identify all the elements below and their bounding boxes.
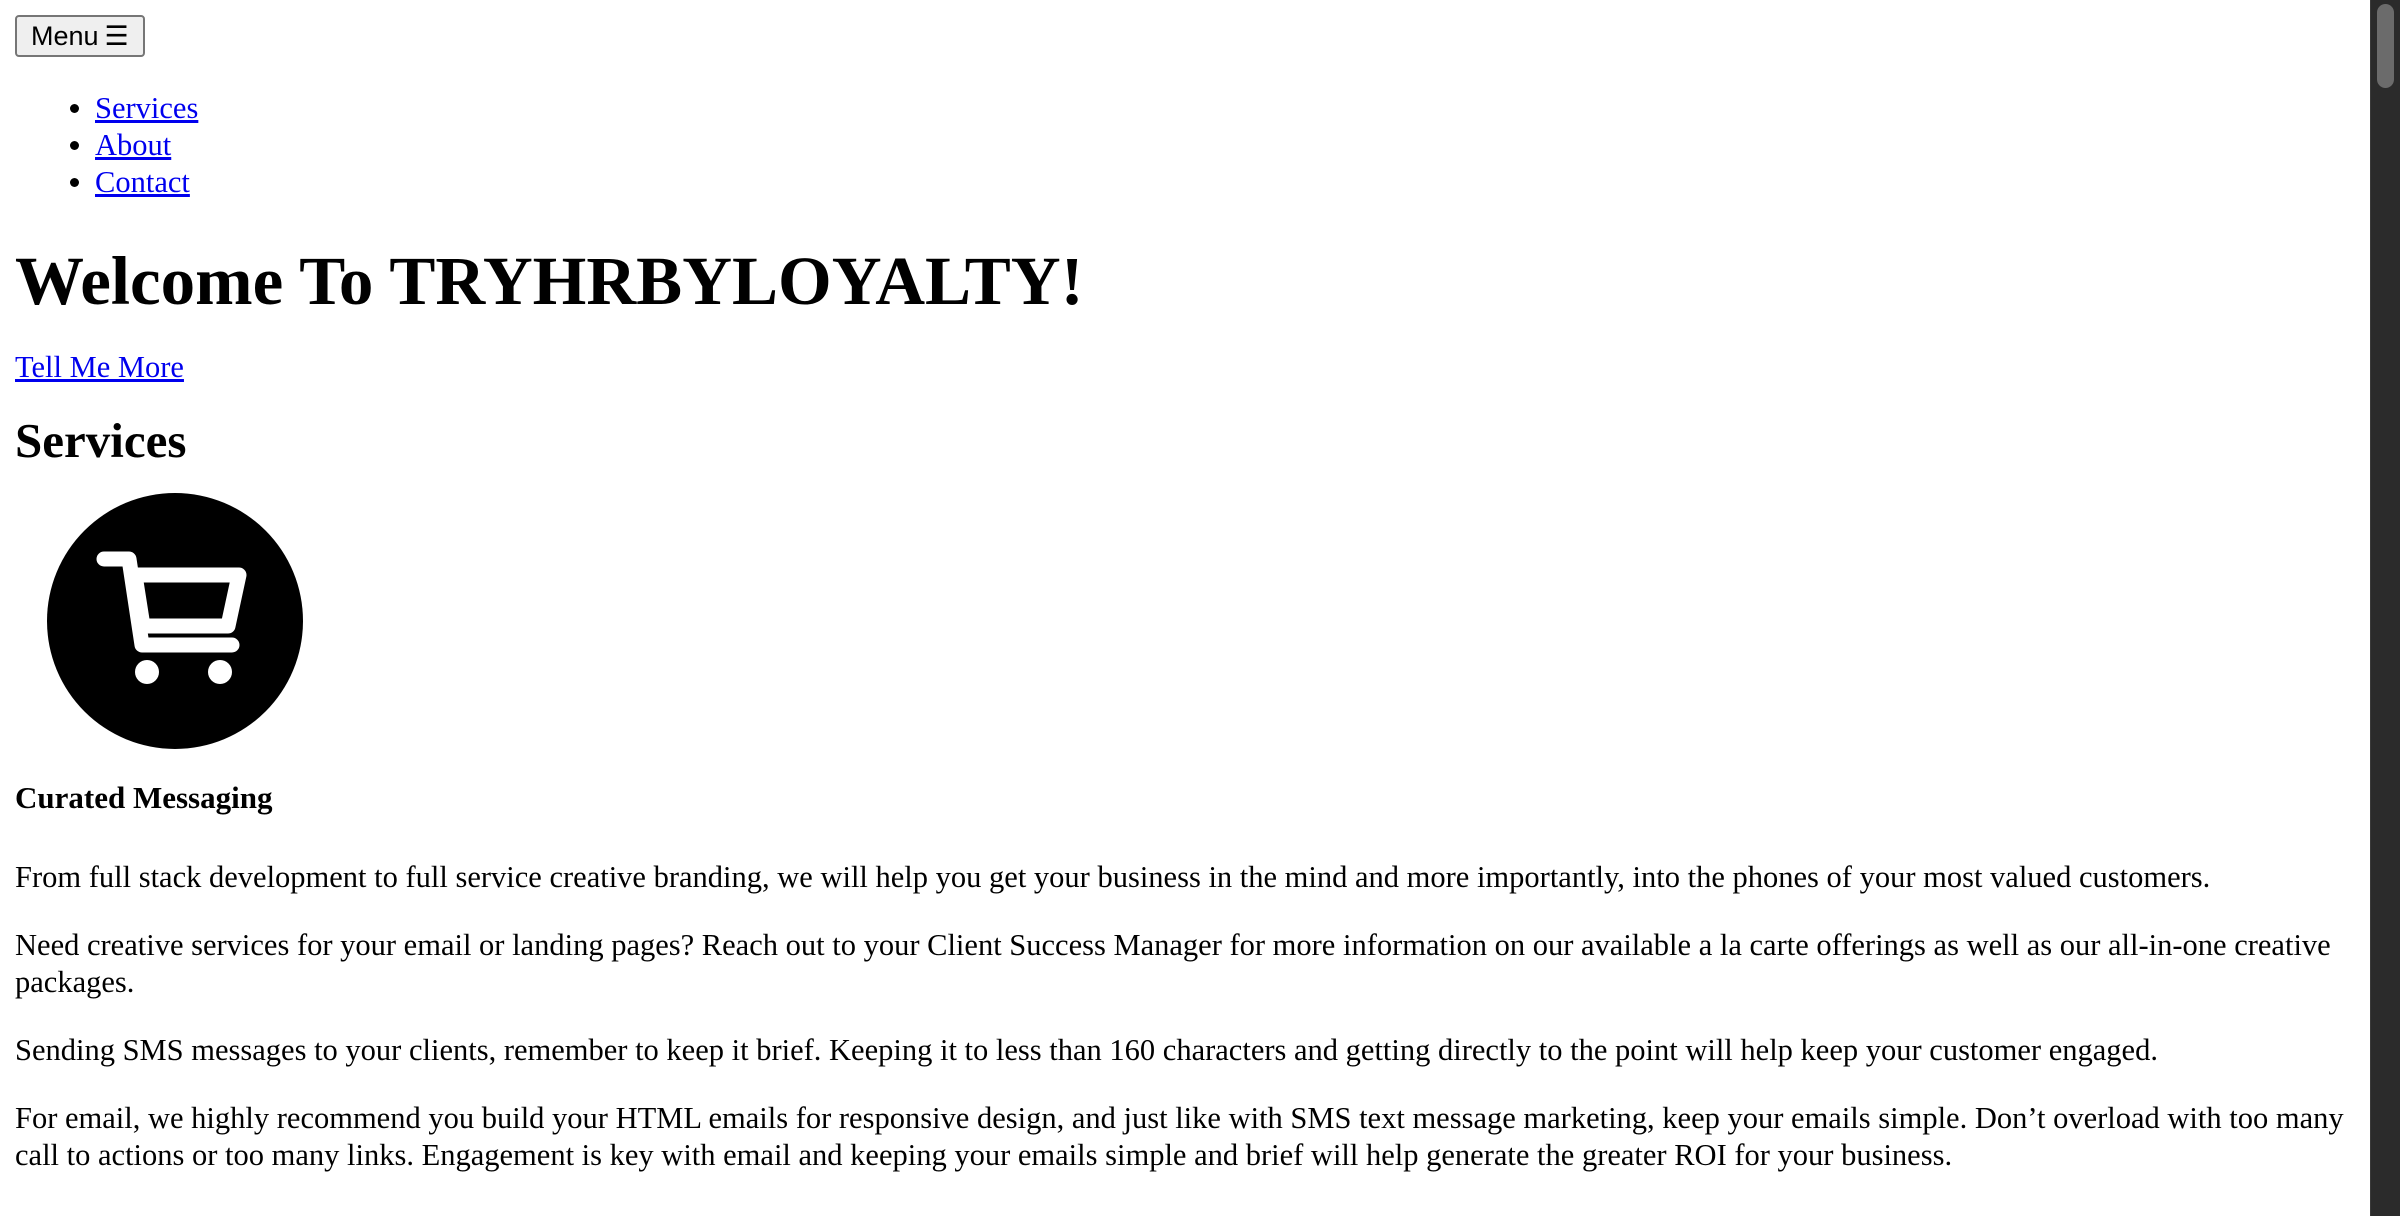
- nav-list: Services About Contact: [15, 90, 2355, 201]
- shopping-cart-icon: [47, 493, 303, 749]
- menu-button-label: Menu: [31, 20, 99, 51]
- nav-link-contact[interactable]: Contact: [95, 165, 190, 199]
- page-title: Welcome To TRYHRBYLOYALTY!: [15, 243, 1084, 319]
- scrollbar-thumb[interactable]: [2377, 4, 2394, 88]
- menu-button[interactable]: Menu ☰: [15, 15, 145, 57]
- nav-item-about: About: [95, 127, 2355, 164]
- nav-link-about[interactable]: About: [95, 128, 171, 162]
- nav-item-services: Services: [95, 90, 2355, 127]
- service-item-title: Curated Messaging: [15, 780, 273, 815]
- service-paragraph: Sending SMS messages to your clients, re…: [15, 1033, 2158, 1067]
- hamburger-icon: ☰: [104, 20, 129, 51]
- page: Menu ☰ Services About Contact Welcome To…: [0, 0, 2370, 1216]
- services-heading: Services: [15, 413, 187, 468]
- service-paragraph: For email, we highly recommend you build…: [15, 1101, 2344, 1172]
- nav-link-services[interactable]: Services: [95, 91, 198, 125]
- service-paragraph: Need creative services for your email or…: [15, 928, 2331, 999]
- service-paragraph: From full stack development to full serv…: [15, 860, 2211, 894]
- vertical-scrollbar[interactable]: [2370, 0, 2400, 1216]
- nav-item-contact: Contact: [95, 164, 2355, 201]
- tell-me-more-link[interactable]: Tell Me More: [15, 349, 184, 386]
- page-content: Menu ☰ Services About Contact Welcome To…: [0, 0, 2370, 1174]
